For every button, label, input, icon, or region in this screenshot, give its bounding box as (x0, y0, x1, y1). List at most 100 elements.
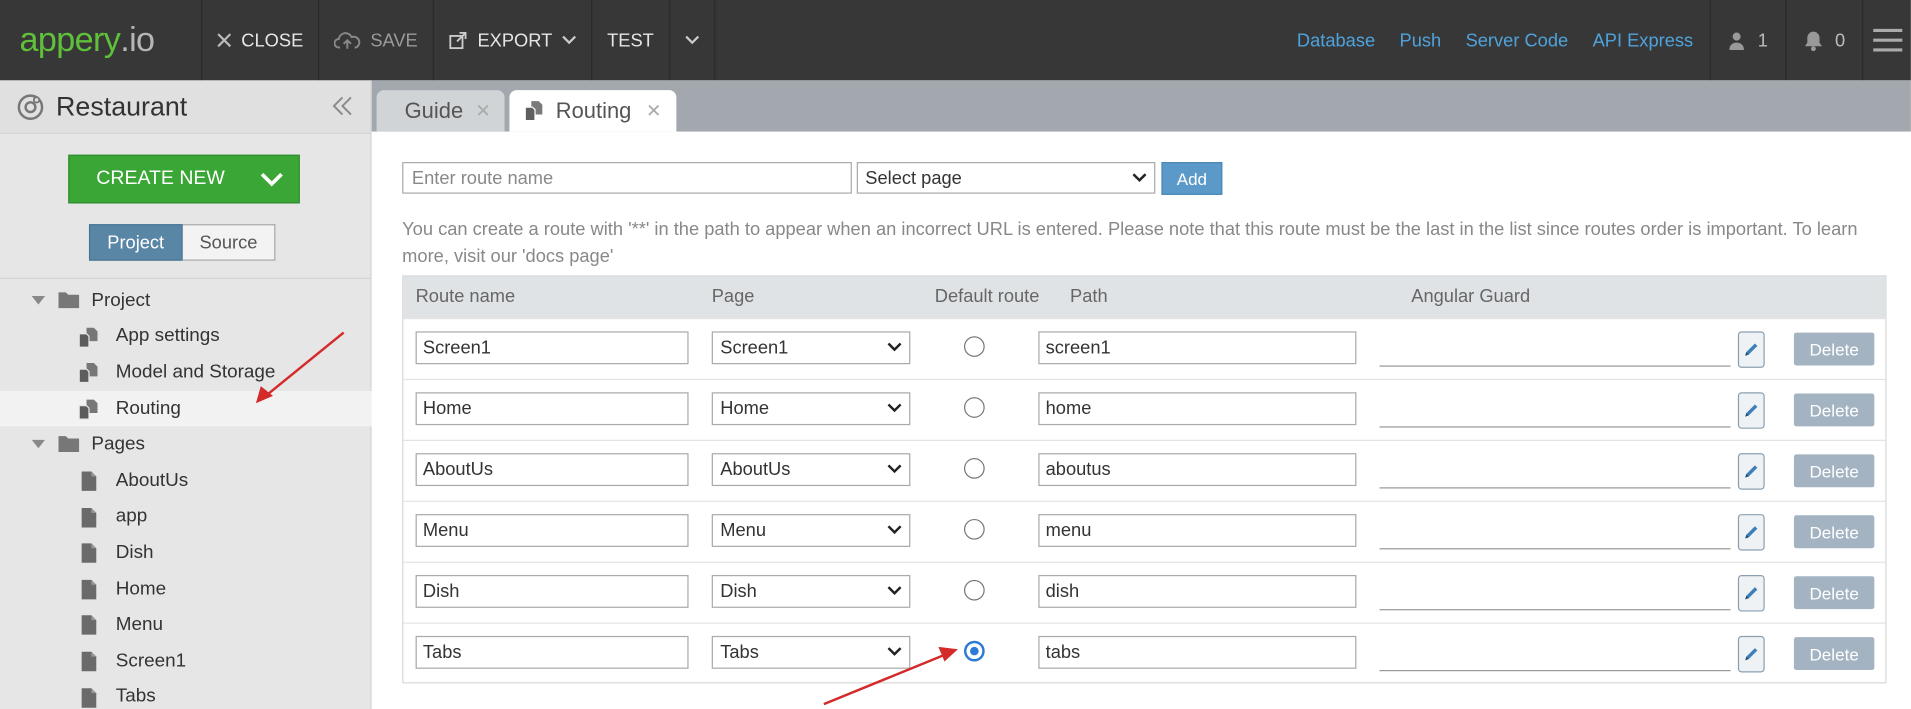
users-counter[interactable]: 1 (1710, 0, 1785, 81)
header-angular-guard: Angular Guard (1411, 286, 1531, 307)
route-path-field[interactable]: dish (1038, 574, 1357, 608)
edit-guard-button[interactable] (1737, 574, 1765, 612)
collapse-sidebar-icon[interactable] (331, 95, 353, 117)
add-route-button[interactable]: Add (1161, 162, 1223, 195)
tree-item[interactable]: App settings (0, 319, 372, 355)
route-page-dropdown[interactable]: Home (711, 392, 911, 426)
tree-item-label: Pages (91, 433, 145, 455)
default-route-radio[interactable] (963, 458, 985, 479)
delete-route-button[interactable]: Delete (1793, 515, 1875, 549)
select-page-dropdown[interactable]: Select page (856, 162, 1156, 194)
tree-item[interactable]: Home (0, 571, 372, 607)
route-path-field[interactable]: home (1038, 392, 1357, 426)
database-link[interactable]: Database (1285, 0, 1388, 80)
default-route-radio[interactable] (963, 579, 985, 601)
tree-item[interactable]: Dish (0, 535, 372, 571)
default-route-radio[interactable] (963, 397, 985, 418)
route-name-field[interactable]: AboutUs (415, 453, 689, 487)
default-route-radio[interactable] (963, 518, 985, 540)
delete-route-button[interactable]: Delete (1793, 576, 1875, 610)
route-page-dropdown[interactable]: AboutUs (711, 453, 911, 487)
close-tab-icon[interactable]: ✕ (646, 100, 661, 122)
route-path-field[interactable]: aboutus (1038, 453, 1357, 487)
project-settings-icon[interactable] (17, 93, 44, 120)
route-name-field[interactable]: Home (415, 392, 689, 426)
header-path: Path (1070, 286, 1108, 307)
route-name-field[interactable]: Dish (415, 574, 689, 608)
route-name-field[interactable]: Menu (415, 514, 689, 547)
tree-item[interactable]: Menu (0, 607, 372, 643)
route-page-dropdown[interactable]: Screen1 (711, 331, 911, 365)
route-path-field[interactable]: screen1 (1038, 331, 1357, 365)
route-name-field[interactable]: Screen1 (415, 331, 689, 365)
route-page-dropdown[interactable]: Dish (711, 574, 911, 608)
route-name-field[interactable]: Tabs (415, 635, 689, 669)
folder-icon (58, 292, 80, 309)
caret-down-icon[interactable] (31, 440, 46, 449)
test-dropdown-button[interactable] (670, 0, 715, 81)
push-link[interactable]: Push (1387, 0, 1453, 80)
tree-item[interactable]: Tabs (0, 679, 372, 709)
app-root: appery .io CLOSE SAVE EXPORT TEST Databas… (0, 0, 1911, 709)
route-page-dropdown[interactable]: Menu (711, 514, 911, 547)
angular-guard-field[interactable] (1379, 548, 1731, 550)
routes-table-header: Route name Page Default route Path Angul… (403, 276, 1886, 318)
route-page-value: Tabs (720, 641, 759, 663)
close-tab-icon[interactable]: ✕ (475, 100, 490, 122)
delete-route-button[interactable]: Delete (1793, 637, 1875, 671)
tree-folder[interactable]: Pages (0, 427, 372, 463)
test-button[interactable]: TEST (592, 0, 670, 81)
chevron-down-icon (887, 403, 902, 413)
project-tree: Project App settings Model and Storage Rout… (0, 283, 372, 709)
tree-item[interactable]: Model and Storage (0, 355, 372, 391)
delete-route-button[interactable]: Delete (1793, 332, 1875, 366)
source-toggle-button[interactable]: Source (182, 224, 276, 261)
tree-folder[interactable]: Project (0, 283, 372, 319)
api-express-link[interactable]: API Express (1580, 0, 1710, 80)
close-icon (217, 33, 232, 48)
logo-main: appery (19, 20, 121, 59)
angular-guard-field[interactable] (1379, 670, 1731, 672)
chevron-down-icon (562, 35, 577, 45)
save-label: SAVE (370, 29, 418, 51)
edit-guard-button[interactable] (1737, 392, 1765, 429)
angular-guard-field[interactable] (1379, 609, 1731, 611)
tree-item[interactable]: app (0, 499, 372, 535)
save-button[interactable]: SAVE (319, 0, 434, 81)
caret-down-icon[interactable] (31, 296, 46, 305)
edit-guard-button[interactable] (1737, 514, 1765, 551)
tab-guide[interactable]: Guide ✕ (376, 90, 505, 132)
angular-guard-field[interactable] (1379, 487, 1731, 489)
route-path-field[interactable]: menu (1038, 514, 1357, 547)
route-page-dropdown[interactable]: Tabs (711, 635, 911, 669)
tree-item[interactable]: AboutUs (0, 463, 372, 499)
hamburger-menu-button[interactable] (1862, 0, 1911, 81)
default-route-radio[interactable] (963, 640, 985, 662)
edit-guard-button[interactable] (1737, 635, 1765, 673)
appery-logo[interactable]: appery .io (0, 0, 203, 81)
routes-table: Route name Page Default route Path Angul… (402, 275, 1887, 684)
default-route-radio[interactable] (963, 336, 985, 357)
delete-route-button[interactable]: Delete (1793, 393, 1875, 427)
delete-route-button[interactable]: Delete (1793, 454, 1875, 488)
chevron-down-icon (887, 525, 902, 535)
test-label: TEST (607, 29, 654, 51)
tree-item[interactable]: Screen1 (0, 643, 372, 679)
notifications-counter[interactable]: 0 (1784, 0, 1862, 81)
project-toggle-button[interactable]: Project (88, 224, 183, 261)
config-file-icon (78, 399, 98, 420)
close-label: CLOSE (241, 29, 304, 51)
edit-guard-button[interactable] (1737, 453, 1765, 490)
route-path-field[interactable]: tabs (1038, 635, 1357, 669)
edit-guard-button[interactable] (1737, 331, 1765, 368)
route-name-input[interactable]: Enter route name (402, 162, 852, 194)
tree-item[interactable]: Routing (0, 390, 372, 427)
export-button[interactable]: EXPORT (434, 0, 593, 81)
server-code-link[interactable]: Server Code (1453, 0, 1580, 80)
angular-guard-field[interactable] (1379, 365, 1731, 367)
header-route-name: Route name (415, 286, 516, 307)
create-new-button[interactable]: CREATE NEW (68, 154, 300, 204)
tab-routing[interactable]: Routing ✕ (509, 90, 677, 132)
close-button[interactable]: CLOSE (202, 0, 320, 81)
angular-guard-field[interactable] (1379, 426, 1731, 428)
